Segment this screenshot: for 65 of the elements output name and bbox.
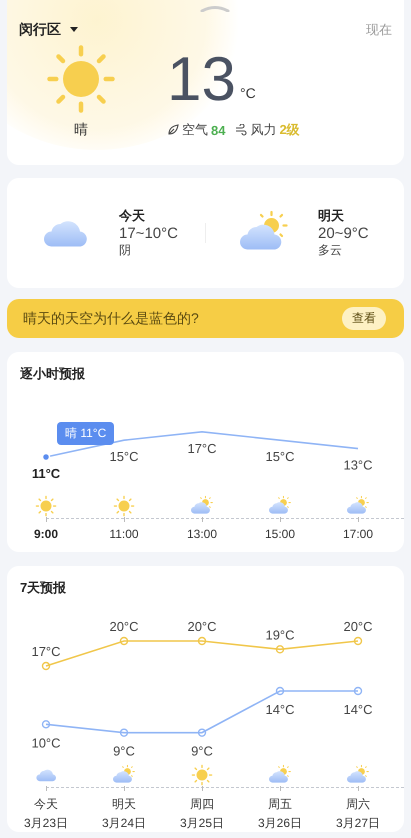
hour-label: 11:00	[109, 527, 139, 541]
hour-label: 13:00	[186, 527, 218, 541]
data-point	[198, 636, 206, 646]
day-label: 明天	[318, 207, 345, 225]
temperature-label: 20°C	[343, 619, 373, 634]
temperature-label: 14°C	[343, 702, 373, 717]
date-label: 3月24日	[102, 815, 146, 832]
condition-text: 多云	[318, 242, 343, 259]
date-label: 3月25日	[180, 815, 224, 832]
temperature-range: 17~10°C	[119, 225, 178, 242]
temperature-label: 17°C	[31, 644, 61, 659]
temperature-label: 14°C	[265, 702, 295, 717]
condition-text: 晴	[74, 121, 88, 139]
temperature-label: 9°C	[113, 744, 135, 759]
location-selector[interactable]: 闵行区	[19, 21, 79, 39]
metric-label: 空气	[182, 121, 208, 139]
temperature-label: 15°C	[265, 449, 295, 464]
temperature: 13	[167, 49, 236, 111]
hour-label: 17:00	[342, 527, 374, 541]
condition-text: 阴	[119, 242, 132, 259]
temperature-unit: °C	[240, 85, 256, 101]
section-title: 逐小时预报	[19, 365, 86, 383]
chevron-up-icon[interactable]	[200, 4, 230, 12]
day-label: 周四	[190, 796, 214, 813]
temperature-label: 11°C	[32, 466, 60, 481]
temperature-label: 13°C	[343, 458, 373, 473]
data-point	[276, 686, 284, 696]
data-point	[120, 636, 128, 646]
data-point	[354, 636, 362, 646]
day-label: 明天	[112, 796, 136, 813]
temperature-label: 9°C	[191, 744, 213, 759]
date-label: 3月23日	[24, 815, 68, 832]
date-label: 3月27日	[336, 815, 380, 832]
metric-value: 2级	[279, 121, 300, 139]
data-point	[354, 686, 362, 696]
temperature-label: 15°C	[109, 449, 139, 464]
metric-label: 风力	[250, 121, 276, 139]
section-title: 7天预报	[19, 579, 68, 597]
temperature-label: 17°C	[187, 440, 217, 456]
temperature-label: 19°C	[265, 627, 295, 642]
leaf-icon	[167, 124, 179, 136]
data-point	[198, 728, 206, 737]
day-label: 周六	[346, 796, 370, 813]
date-label: 3月26日	[258, 815, 302, 832]
hour-label: 9:00	[34, 527, 58, 541]
data-point	[42, 662, 50, 670]
data-point	[120, 728, 128, 737]
wind-icon	[235, 124, 248, 136]
time-label: 现在	[366, 21, 392, 39]
caret-icon	[69, 27, 79, 33]
view-button[interactable]: 查看	[342, 307, 386, 330]
hour-label: 15:00	[264, 527, 296, 541]
metric-value: 84	[211, 122, 226, 138]
temperature-range: 20~9°C	[318, 225, 369, 242]
data-point	[42, 720, 50, 728]
day-label: 今天	[119, 207, 146, 225]
temperature-label: 20°C	[109, 619, 139, 634]
temperature-label: 20°C	[187, 619, 217, 634]
day-label: 周五	[268, 796, 292, 813]
tip-text: 晴天的天空为什么是蓝色的?	[23, 310, 199, 328]
tip-banner[interactable]: 晴天的天空为什么是蓝色的? 查看	[7, 299, 404, 338]
data-point	[276, 645, 284, 654]
temperature-label: 10°C	[31, 735, 61, 750]
day-label: 今天	[34, 796, 58, 813]
tooltip: 晴 11°C	[57, 422, 114, 445]
